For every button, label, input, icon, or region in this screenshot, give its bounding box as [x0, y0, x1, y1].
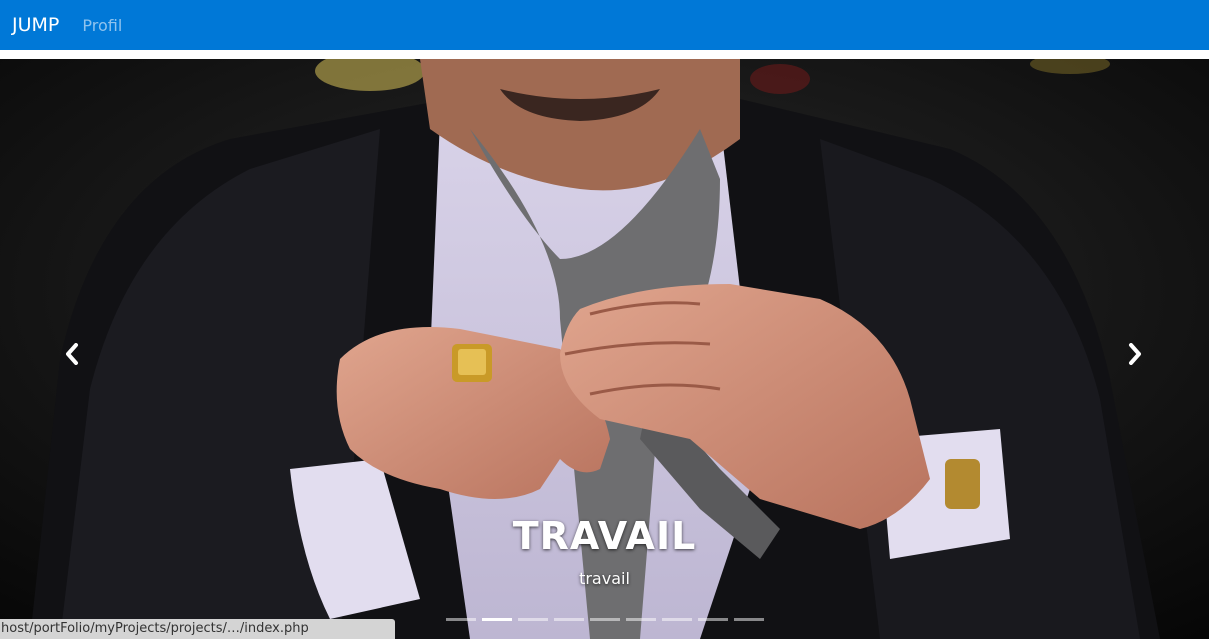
navbar: JUMP Profil [0, 0, 1209, 50]
nav-link-profil[interactable]: Profil [82, 16, 122, 35]
carousel-indicator[interactable] [554, 618, 584, 621]
chevron-right-icon [1129, 343, 1141, 365]
carousel-indicator[interactable] [626, 618, 656, 621]
slide-title: TRAVAIL [512, 514, 697, 558]
carousel-prev-button[interactable] [42, 329, 102, 379]
carousel-indicator[interactable] [698, 618, 728, 621]
chevron-left-icon [66, 343, 78, 365]
carousel-indicator-active[interactable] [482, 618, 512, 621]
carousel-indicators [446, 618, 764, 624]
carousel-indicator[interactable] [734, 618, 764, 621]
carousel-next-button[interactable] [1105, 329, 1165, 379]
slide-subtitle: travail [579, 569, 630, 588]
carousel: TRAVAIL travail [0, 59, 1209, 639]
brand-link[interactable]: JUMP [12, 14, 59, 36]
carousel-indicator[interactable] [446, 618, 476, 621]
carousel-indicator[interactable] [662, 618, 692, 621]
browser-status-url: host/portFolio/myProjects/projects/…/ind… [0, 619, 395, 639]
carousel-indicator[interactable] [518, 618, 548, 621]
carousel-indicator[interactable] [590, 618, 620, 621]
